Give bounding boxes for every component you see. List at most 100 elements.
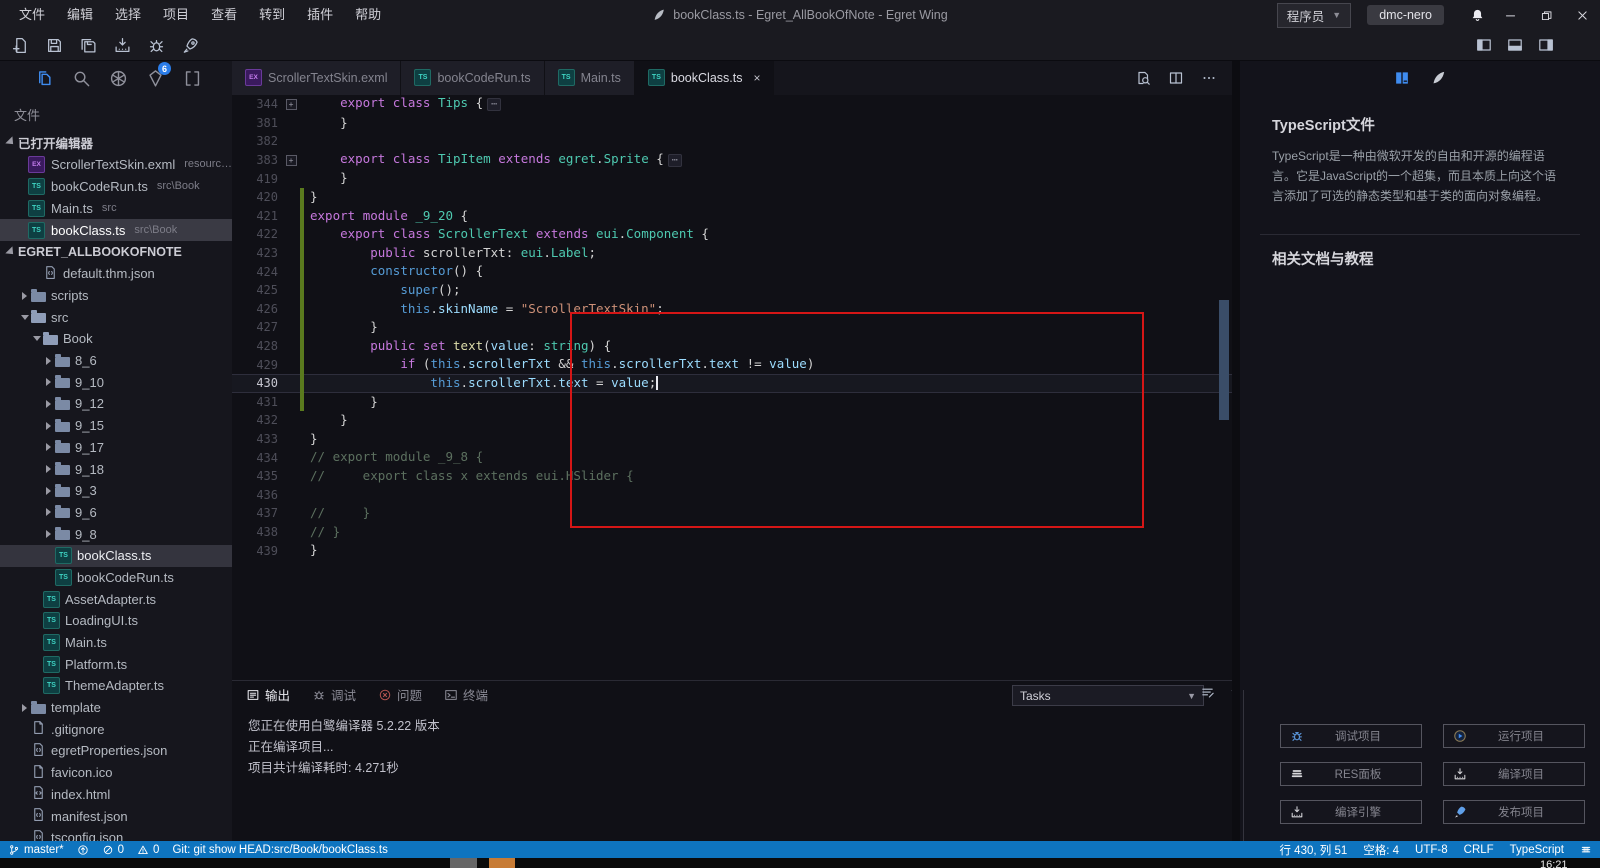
menu-item-帮助[interactable]: 帮助 <box>344 0 392 30</box>
status-item[interactable] <box>77 844 89 856</box>
tree-item[interactable]: TS AssetAdapter.ts <box>0 588 232 610</box>
tree-item[interactable]: 9_6 <box>0 502 232 524</box>
code-line[interactable]: 438 // } <box>232 523 1232 542</box>
code-line[interactable]: 381 } <box>232 114 1232 133</box>
layout-sidebar-right-button[interactable] <box>1538 37 1554 53</box>
menu-item-查看[interactable]: 查看 <box>200 0 248 30</box>
editor-scrollbar[interactable] <box>1219 300 1229 420</box>
code-line[interactable]: 419 } <box>232 169 1232 188</box>
code-line[interactable]: 426 this.skinName = "ScrollerTextSkin"; <box>232 299 1232 319</box>
tree-item[interactable]: TS bookCodeRun.ts <box>0 567 232 589</box>
save-button[interactable] <box>46 37 63 54</box>
code-line[interactable]: 344 + export class Tips {⋯ <box>232 95 1232 114</box>
project-header[interactable]: EGRET_ALLBOOKOFNOTE <box>0 241 232 263</box>
code-line[interactable]: 422 export class ScrollerText extends eu… <box>232 225 1232 244</box>
tree-item[interactable]: 9_15 <box>0 415 232 437</box>
code-line[interactable]: 436 <box>232 485 1232 504</box>
tree-item[interactable]: TS LoadingUI.ts <box>0 610 232 632</box>
role-dropdown[interactable]: 程序员 ▼ <box>1276 2 1352 28</box>
quick-button-运行项目[interactable]: 运行项目 <box>1443 724 1585 748</box>
tree-item[interactable]: index.html <box>0 784 232 806</box>
tree-item[interactable]: 9_17 <box>0 437 232 459</box>
tree-item[interactable]: TS ThemeAdapter.ts <box>0 675 232 697</box>
code-line[interactable]: 421 export module _9_20 { <box>232 206 1232 226</box>
tree-item[interactable]: 9_8 <box>0 523 232 545</box>
tree-item[interactable]: TS Main.ts <box>0 632 232 654</box>
save-all-button[interactable] <box>80 37 97 54</box>
code-line[interactable]: 433} <box>232 430 1232 449</box>
status-item-UTF-8[interactable]: UTF-8 <box>1415 844 1448 856</box>
open-editor-item[interactable]: EX ScrollerTextSkin.exml resource... <box>0 153 232 175</box>
tab-Main.ts[interactable]: TS Main.ts <box>544 60 635 95</box>
tree-item[interactable]: template <box>0 697 232 719</box>
quick-button-编译项目[interactable]: 编译项目 <box>1443 762 1585 786</box>
tree-item[interactable]: 8_6 <box>0 350 232 372</box>
restore-button[interactable] <box>1528 0 1564 30</box>
more-actions-button[interactable] <box>1201 70 1217 86</box>
taskbar-item[interactable] <box>489 858 515 868</box>
status-item[interactable] <box>1580 844 1592 856</box>
tree-item[interactable]: TS bookClass.ts <box>0 544 232 567</box>
code-line[interactable]: 435 // export class x extends eui.HSlider… <box>232 467 1232 486</box>
split-editor-button[interactable] <box>1168 70 1184 86</box>
open-editor-item[interactable]: TS Main.ts src <box>0 197 232 219</box>
wing-button[interactable] <box>1429 69 1447 87</box>
status-item-行[interactable]: 行 430, 列 51 <box>1279 842 1347 858</box>
open-editor-item[interactable]: TS bookClass.ts src\Book <box>0 219 232 241</box>
tree-item[interactable]: 9_12 <box>0 393 232 415</box>
publish-rocket-button[interactable] <box>182 37 199 54</box>
status-item-master*[interactable]: master* <box>8 844 64 856</box>
filter-button[interactable] <box>1200 685 1215 700</box>
layout-sidebar-left-button[interactable] <box>1476 37 1492 53</box>
tree-item[interactable]: manifest.json <box>0 805 232 827</box>
activity-egret-launcher[interactable]: 6 <box>137 60 174 96</box>
code-editor[interactable]: 344 + export class Tips {⋯ 381 } 382 383 + ex… <box>232 95 1232 680</box>
minimize-button[interactable] <box>1492 0 1528 30</box>
account-button[interactable]: dmc-nero <box>1367 5 1444 25</box>
code-line[interactable]: 437 // } <box>232 504 1232 523</box>
build-button[interactable] <box>114 37 131 54</box>
fold-marker-icon[interactable]: + <box>282 154 300 166</box>
debug-bug-button[interactable] <box>148 37 165 54</box>
code-line[interactable]: 434 // export module _9_8 { <box>232 448 1232 467</box>
tree-item[interactable]: Book <box>0 328 232 350</box>
open-preview-button[interactable] <box>1135 70 1151 86</box>
menu-item-插件[interactable]: 插件 <box>296 0 344 30</box>
code-line[interactable]: 383 + export class TipItem extends egret.… <box>232 151 1232 170</box>
code-line[interactable]: 428 public set text(value: string) { <box>232 336 1232 356</box>
status-item-TypeScript[interactable]: TypeScript <box>1510 844 1564 856</box>
activity-egret-wheel[interactable] <box>100 60 137 96</box>
activity-extensions[interactable] <box>174 60 211 96</box>
code-line[interactable]: 429 if (this.scrollerTxt && this.scrolle… <box>232 355 1232 374</box>
tree-item[interactable]: favicon.ico <box>0 762 232 784</box>
code-line[interactable]: 430 this.scrollerTxt.text = value; <box>232 373 1232 393</box>
code-line[interactable]: 425 super(); <box>232 280 1232 300</box>
status-item-0[interactable]: 0 <box>137 844 159 856</box>
tree-item[interactable]: TS Platform.ts <box>0 653 232 675</box>
panel-tab-问题[interactable]: 问题 <box>378 685 422 704</box>
open-editors-header[interactable]: 已打开编辑器 <box>0 131 232 153</box>
status-item-空格:[interactable]: 空格: 4 <box>1363 842 1399 858</box>
code-line[interactable]: 382 <box>232 132 1232 151</box>
tree-item[interactable]: 9_3 <box>0 480 232 502</box>
tree-item[interactable]: 9_18 <box>0 458 232 480</box>
status-item-0[interactable]: 0 <box>102 844 124 856</box>
tasks-dropdown[interactable]: Tasks ▼ <box>1012 685 1204 706</box>
menu-item-选择[interactable]: 选择 <box>104 0 152 30</box>
activity-files[interactable] <box>26 60 63 96</box>
quick-button-调试项目[interactable]: 调试项目 <box>1280 724 1422 748</box>
code-line[interactable]: 439} <box>232 541 1232 560</box>
tree-item[interactable]: tsconfig.json <box>0 827 232 841</box>
menu-item-转到[interactable]: 转到 <box>248 0 296 30</box>
quick-button-编译引擎[interactable]: 编译引擎 <box>1280 800 1422 824</box>
status-item-CRLF[interactable]: CRLF <box>1464 844 1494 856</box>
panel-tab-输出[interactable]: 输出 <box>246 685 290 704</box>
panel-tab-终端[interactable]: 终端 <box>444 685 488 704</box>
notifications-button[interactable] <box>1462 8 1492 23</box>
panel-divider[interactable] <box>1232 60 1240 841</box>
tree-item[interactable]: default.thm.json <box>0 263 232 285</box>
tree-item[interactable]: egretProperties.json <box>0 740 232 762</box>
code-line[interactable]: 424 constructor() { <box>232 262 1232 281</box>
menu-item-文件[interactable]: 文件 <box>8 0 56 30</box>
open-editor-item[interactable]: TS bookCodeRun.ts src\Book <box>0 175 232 197</box>
